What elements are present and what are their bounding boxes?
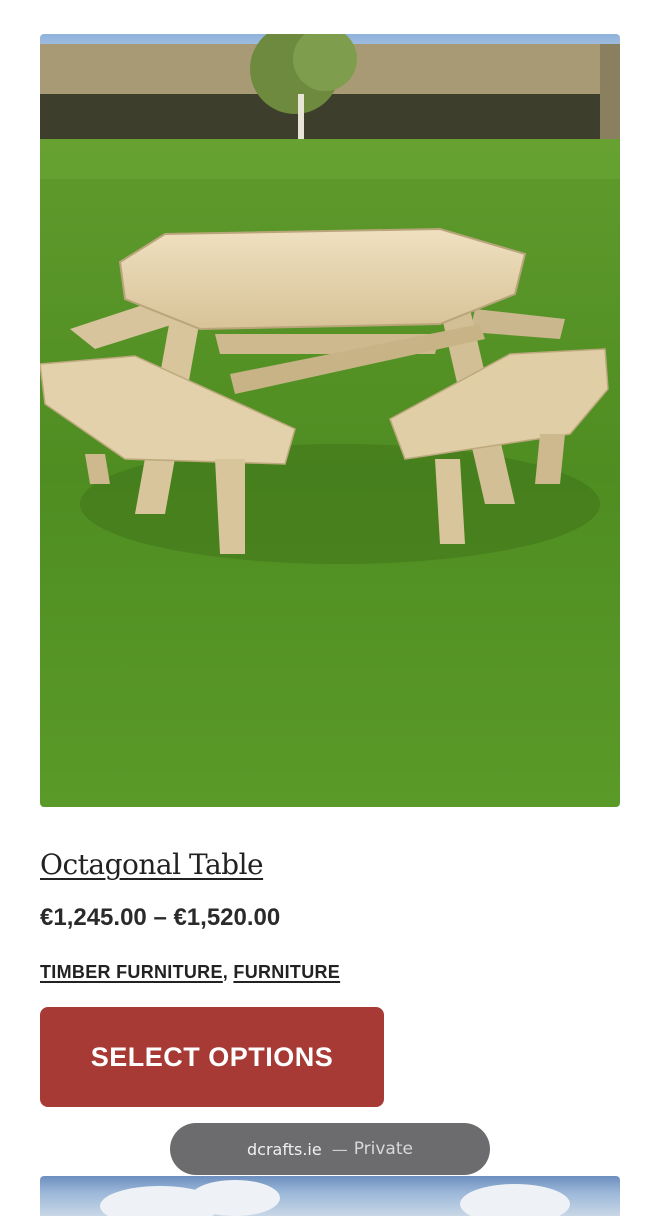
private-mode-label: Private	[353, 1139, 413, 1159]
cloud-shape	[190, 1180, 280, 1216]
site-domain: dcrafts.ie	[247, 1139, 322, 1159]
price-range: €1,245.00 – €1,520.00	[40, 904, 281, 931]
next-product-image[interactable]	[40, 1176, 620, 1216]
product-image[interactable]	[40, 34, 620, 807]
select-options-button[interactable]: SELECT OPTIONS	[40, 1007, 384, 1107]
product-categories: TIMBER FURNITURE, FURNITURE	[40, 962, 340, 983]
category-link-timber-furniture[interactable]: TIMBER FURNITURE	[40, 962, 223, 982]
address-separator: —	[331, 1139, 348, 1159]
category-separator: ,	[222, 962, 234, 982]
category-link-furniture[interactable]: FURNITURE	[233, 962, 340, 982]
product-title[interactable]: Octagonal Table	[40, 848, 264, 881]
picnic-table-photo	[40, 34, 620, 807]
cloud-shape	[460, 1184, 570, 1216]
browser-address-pill[interactable]: dcrafts.ie — Private	[170, 1123, 490, 1175]
